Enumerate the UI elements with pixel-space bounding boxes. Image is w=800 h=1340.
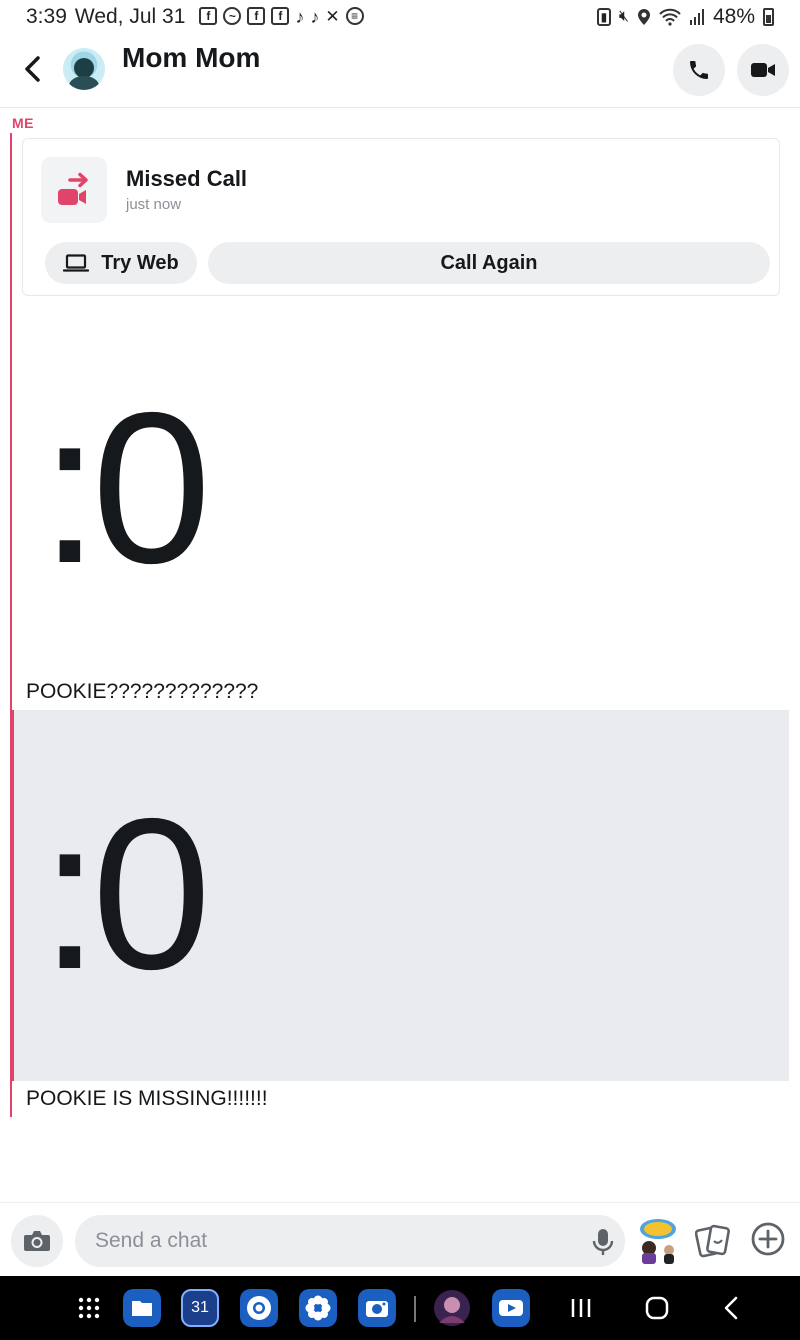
phone-icon	[690, 61, 708, 79]
signal-icon	[689, 9, 704, 25]
plus-icon[interactable]	[750, 1221, 786, 1257]
message-accent-bar	[10, 710, 14, 1081]
video-camera-icon	[751, 63, 775, 77]
send-chat-input[interactable]	[75, 1215, 625, 1267]
spotify-icon: ≡	[345, 6, 364, 25]
bitmoji-game-icon[interactable]	[636, 1217, 680, 1265]
back-arrow-icon[interactable]	[20, 54, 46, 84]
chat-screen: 3:39 Wed, Jul 31 f ~ f f ♪ ♪ ✕ ≡ ▮ 🔇︎ 48…	[0, 0, 800, 1340]
battery-saver-icon: ▮	[596, 8, 611, 26]
call-again-button[interactable]: Call Again	[208, 242, 770, 284]
tiktok-icon: ♪	[310, 6, 320, 27]
laptop-icon	[63, 254, 90, 272]
camera-button[interactable]	[11, 1215, 63, 1267]
flower-app-icon[interactable]	[299, 1289, 337, 1327]
big-emoji-message[interactable]: :0	[40, 786, 211, 1001]
calendar-day: 31	[191, 1299, 209, 1316]
system-taskbar: 31	[0, 1276, 800, 1340]
missed-call-time: just now	[126, 196, 182, 213]
video-call-button[interactable]	[737, 44, 789, 96]
missed-call-title: Missed Call	[126, 166, 248, 191]
contact-name[interactable]: Mom Mom	[122, 42, 260, 74]
files-icon[interactable]	[123, 1289, 161, 1327]
big-emoji-message[interactable]: :0	[40, 380, 211, 595]
game-app-icon[interactable]	[433, 1289, 471, 1327]
voice-call-button[interactable]	[673, 44, 725, 96]
mute-icon: 🔇︎	[618, 8, 629, 25]
status-time: 3:39	[26, 5, 67, 28]
status-bar: 3:39 Wed, Jul 31 f ~ f f ♪ ♪ ✕ ≡ ▮ 🔇︎ 48…	[0, 0, 800, 34]
battery-icon	[763, 8, 774, 26]
calendar-icon[interactable]: 31	[181, 1289, 219, 1327]
chat-message-text[interactable]: POOKIE IS MISSING!!!!!!!	[26, 1087, 268, 1111]
avatar[interactable]	[63, 48, 105, 90]
call-again-label: Call Again	[440, 251, 538, 274]
battery-percent: 48%	[712, 5, 755, 28]
recent-apps-icon[interactable]	[563, 1290, 599, 1326]
sticker-cards-icon[interactable]	[695, 1221, 731, 1261]
microphone-icon[interactable]	[590, 1227, 616, 1257]
message-accent-bar	[10, 133, 12, 710]
camera-icon	[24, 1231, 50, 1251]
youtube-icon[interactable]	[492, 1289, 530, 1327]
facebook-icon: f	[271, 6, 290, 25]
home-icon[interactable]	[639, 1290, 675, 1326]
status-date: Wed, Jul 31	[74, 5, 186, 28]
message-accent-bar	[10, 1081, 12, 1117]
missed-video-call-icon	[41, 157, 107, 223]
capcut-icon: ✕	[325, 6, 340, 26]
camera-app-icon[interactable]	[358, 1289, 396, 1327]
chat-message-text[interactable]: POOKIE?????????????	[26, 680, 258, 704]
sender-label: ME	[12, 115, 34, 131]
messenger-icon: ~	[223, 6, 242, 25]
try-web-label: Try Web	[101, 251, 179, 274]
missed-call-card[interactable]: Missed Call just now Try Web Call Again	[22, 138, 780, 296]
facebook-icon: f	[247, 6, 266, 25]
chrome-icon[interactable]	[240, 1289, 278, 1327]
wifi-icon	[659, 8, 681, 26]
try-web-button[interactable]: Try Web	[45, 242, 197, 284]
chat-header: Mom Mom	[0, 34, 800, 108]
location-icon	[637, 9, 650, 25]
notification-icons: f ~ f f ♪ ♪ ✕ ≡	[199, 6, 364, 28]
chat-input-bar	[0, 1202, 800, 1276]
tiktok-icon: ♪	[295, 6, 305, 27]
app-drawer-icon[interactable]	[70, 1289, 108, 1327]
facebook-icon: f	[199, 6, 218, 25]
nav-back-icon[interactable]	[714, 1290, 750, 1326]
taskbar-divider	[414, 1296, 416, 1322]
